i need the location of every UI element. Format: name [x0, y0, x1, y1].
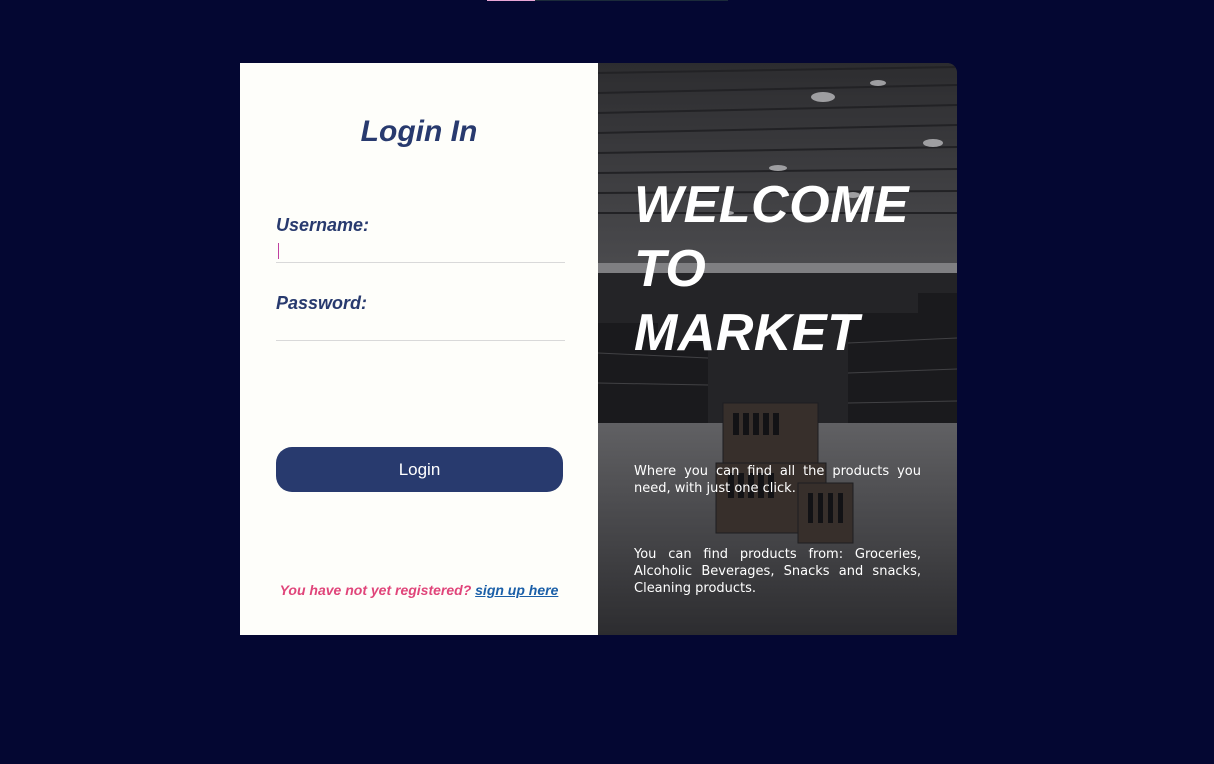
- top-decor-accent: [487, 0, 535, 1]
- text-caret: [278, 243, 279, 259]
- welcome-line: TO: [634, 240, 707, 298]
- welcome-panel: WELCOME TO MARKET Where you can find all…: [598, 63, 957, 635]
- welcome-line: MARKET: [634, 304, 860, 362]
- username-input[interactable]: [276, 238, 565, 263]
- username-field: Username:: [276, 215, 565, 263]
- welcome-line: WELCOME: [634, 176, 910, 234]
- product-categories-description: You can find products from: Groceries, A…: [634, 547, 921, 596]
- username-label: Username:: [276, 215, 370, 235]
- password-field: Password:: [276, 293, 565, 341]
- password-input[interactable]: [276, 316, 565, 341]
- welcome-description: Where you can find all the products you …: [634, 464, 921, 496]
- password-label: Password:: [276, 293, 368, 313]
- sign-up-link[interactable]: sign up here: [475, 582, 558, 598]
- register-prompt: You have not yet registered? sign up her…: [240, 582, 598, 598]
- login-panel: Login In Username: Password: Login You h…: [240, 63, 598, 635]
- welcome-heading: WELCOME TO MARKET: [634, 173, 924, 365]
- login-button[interactable]: Login: [276, 447, 563, 492]
- login-title: Login In: [360, 115, 478, 148]
- register-question: You have not yet registered?: [279, 582, 472, 598]
- login-card: Login In Username: Password: Login You h…: [240, 63, 957, 635]
- top-decor-strip: [487, 0, 728, 1]
